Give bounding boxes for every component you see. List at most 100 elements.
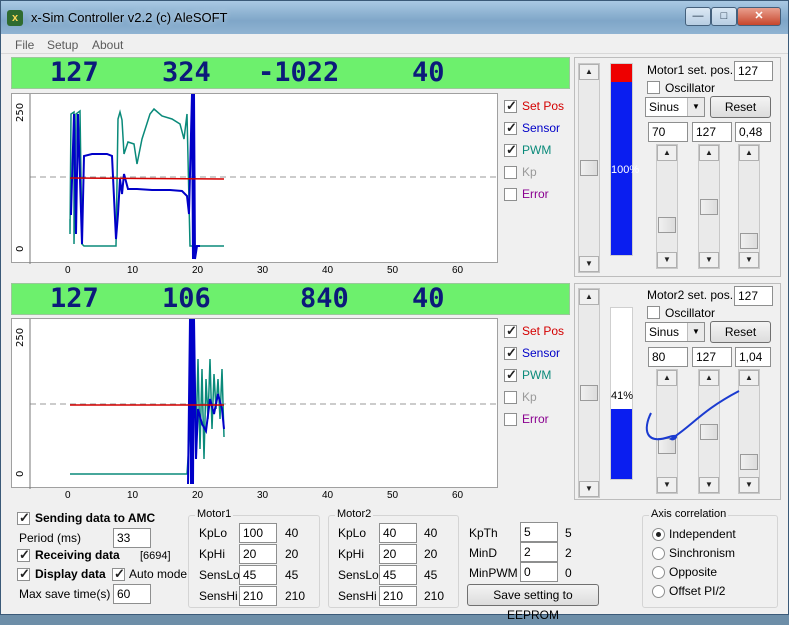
motor1-amplitude-slider[interactable]: ▲ ▼ [656, 144, 678, 269]
motor1-offset-slider[interactable]: ▲ ▼ [698, 144, 720, 269]
motor2-setpos-field[interactable]: 127 [734, 286, 773, 306]
axis-opposite-radio[interactable] [652, 566, 665, 579]
motor1-frequency-slider[interactable]: ▲ ▼ [738, 144, 760, 269]
motor1-senslo-field[interactable]: 45 [239, 565, 277, 585]
motor1-setpos-field[interactable]: 127 [734, 61, 773, 81]
motor1-param-offset[interactable]: 127 [692, 122, 732, 142]
legend-setpos-checkbox[interactable] [504, 98, 517, 114]
motor2-graph: 250 0 [11, 318, 499, 489]
scroll-down-arrow-icon[interactable]: ▼ [699, 477, 719, 493]
scroll-up-arrow-icon[interactable]: ▲ [739, 370, 759, 386]
auto-mode-checkbox[interactable] [112, 566, 125, 582]
axis-offset-radio[interactable] [652, 585, 665, 598]
window-title: x-Sim Controller v2.2 (c) AleSOFT [31, 10, 228, 25]
scroll-down-arrow-icon[interactable]: ▼ [657, 477, 677, 493]
scroll-down-arrow-icon[interactable]: ▼ [579, 481, 599, 497]
x-tick-label: 0 [65, 265, 71, 276]
motor1-wave-select[interactable]: Sinus ▼ [645, 97, 705, 117]
scroll-up-arrow-icon[interactable]: ▲ [699, 145, 719, 161]
motor1-graph-svg: 250 0 [15, 94, 499, 264]
legend-kp-checkbox[interactable] [504, 391, 517, 404]
chevron-down-icon[interactable]: ▼ [687, 323, 704, 341]
scroll-up-arrow-icon[interactable]: ▲ [739, 145, 759, 161]
scroll-down-arrow-icon[interactable]: ▼ [739, 252, 759, 268]
display-data-checkbox[interactable] [17, 566, 30, 582]
x-tick-label: 60 [452, 490, 464, 501]
period-field[interactable]: 33 [113, 528, 151, 548]
axis-synchronism-radio[interactable] [652, 547, 665, 560]
scroll-up-arrow-icon[interactable]: ▲ [657, 370, 677, 386]
motor2-senslo-field[interactable]: 45 [379, 565, 417, 585]
motor2-param-amplitude[interactable]: 80 [648, 347, 688, 367]
mind-field[interactable]: 2 [520, 542, 558, 562]
motor1-kphi-field[interactable]: 20 [239, 544, 277, 564]
motor1-setpos-trace [69, 177, 225, 180]
scroll-thumb[interactable] [740, 454, 758, 470]
motor1-param-frequency[interactable]: 0,48 [735, 122, 771, 142]
motor1-senshi-field[interactable]: 210 [239, 586, 277, 606]
scroll-down-arrow-icon[interactable]: ▼ [739, 477, 759, 493]
minimize-icon[interactable]: — [685, 7, 711, 26]
motor2-oscillator-checkbox[interactable] [647, 306, 660, 319]
motor1-graph: 250 0 [11, 93, 499, 264]
receiving-data-checkbox[interactable] [17, 547, 30, 563]
scroll-thumb[interactable] [658, 217, 676, 233]
legend-error-checkbox[interactable] [504, 188, 517, 201]
chevron-down-icon[interactable]: ▼ [687, 98, 704, 116]
scroll-down-arrow-icon[interactable]: ▼ [579, 256, 599, 272]
sending-data-checkbox[interactable] [17, 510, 30, 526]
minpwm-field[interactable]: 0 [520, 562, 558, 582]
kpth-field[interactable]: 5 [520, 522, 558, 542]
motor1-kplo-field[interactable]: 100 [239, 523, 277, 543]
scroll-down-arrow-icon[interactable]: ▼ [699, 252, 719, 268]
legend-kp-checkbox[interactable] [504, 166, 517, 179]
maximize-icon[interactable]: □ [711, 7, 737, 26]
scroll-thumb[interactable] [740, 233, 758, 249]
close-icon[interactable]: ✕ [737, 7, 781, 26]
scroll-up-arrow-icon[interactable]: ▲ [699, 370, 719, 386]
menu-about[interactable]: About [92, 38, 123, 52]
legend-pwm-checkbox[interactable] [504, 367, 517, 383]
title-bar[interactable]: x x-Sim Controller v2.2 (c) AleSOFT — □ … [1, 1, 788, 34]
motor1-position-scrollbar[interactable]: ▲ ▼ [578, 63, 600, 273]
motor2-param-frequency[interactable]: 1,04 [735, 347, 771, 367]
motor2-reset-button[interactable]: Reset [710, 321, 771, 343]
legend-sensor-checkbox[interactable] [504, 120, 517, 136]
y-tick-label: 250 [15, 328, 26, 347]
motor2-kplo-field[interactable]: 40 [379, 523, 417, 543]
motor2-wave-select[interactable]: Sinus ▼ [645, 322, 705, 342]
motor1-x-axis: 0 10 20 30 40 50 60 [11, 265, 498, 279]
scroll-up-arrow-icon[interactable]: ▲ [657, 145, 677, 161]
motor1-reset-button[interactable]: Reset [710, 96, 771, 118]
gauge-peak-marker [611, 64, 632, 82]
scroll-thumb[interactable] [700, 199, 718, 215]
senslo-label: SensLo [338, 568, 379, 582]
motor2-senshi-field[interactable]: 210 [379, 586, 417, 606]
scroll-up-arrow-icon[interactable]: ▲ [579, 64, 599, 80]
motor1-param-amplitude[interactable]: 70 [648, 122, 688, 142]
axis-independent-radio[interactable] [652, 528, 665, 541]
scroll-thumb[interactable] [580, 160, 598, 176]
legend-sensor-checkbox[interactable] [504, 345, 517, 361]
motor2-param-offset[interactable]: 127 [692, 347, 732, 367]
save-eeprom-button[interactable]: Save setting to EEPROM [467, 584, 599, 622]
motor2-kphi-field[interactable]: 20 [379, 544, 417, 564]
period-label: Period (ms) [19, 531, 82, 545]
minpwm-value: 0 [565, 566, 572, 580]
scroll-down-arrow-icon[interactable]: ▼ [657, 252, 677, 268]
motor2-setpos-label: Motor2 set. pos. [647, 288, 734, 302]
scroll-thumb[interactable] [580, 385, 598, 401]
legend-error-checkbox[interactable] [504, 413, 517, 426]
legend-pwm-checkbox[interactable] [504, 142, 517, 158]
scroll-up-arrow-icon[interactable]: ▲ [579, 289, 599, 305]
motor2-oscillator-label: Oscillator [665, 306, 716, 320]
motor2-position-scrollbar[interactable]: ▲ ▼ [578, 288, 600, 498]
menu-bar: File Setup About [1, 34, 788, 54]
kphi-label: KpHi [199, 547, 226, 561]
menu-setup[interactable]: Setup [47, 38, 78, 52]
legend-error-label: Error [522, 187, 549, 201]
max-save-field[interactable]: 60 [113, 584, 151, 604]
menu-file[interactable]: File [15, 38, 34, 52]
motor1-oscillator-checkbox[interactable] [647, 81, 660, 94]
legend-setpos-checkbox[interactable] [504, 323, 517, 339]
